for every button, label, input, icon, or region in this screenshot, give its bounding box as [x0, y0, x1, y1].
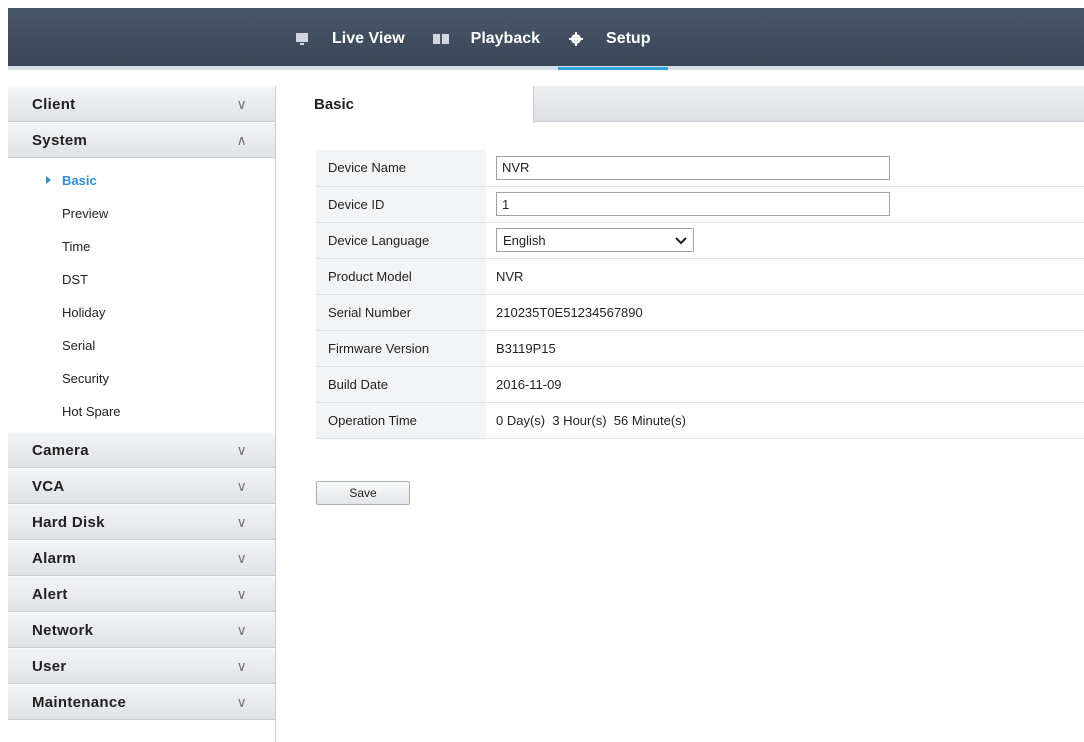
- chevron-down-icon: ∨: [236, 657, 247, 674]
- operation-time-value: 0 Day(s) 3 Hour(s) 56 Minute(s): [486, 402, 1084, 439]
- chevron-down-icon: [675, 233, 687, 248]
- build-date-value: 2016-11-09: [486, 366, 1084, 403]
- nav-live-view-label: Live View: [332, 30, 405, 47]
- chevron-down-icon: ∨: [236, 585, 247, 602]
- sidebar-section-label: Client: [32, 95, 76, 113]
- device-language-value: English: [503, 232, 546, 248]
- product-model-label: Product Model: [316, 258, 486, 295]
- chevron-up-icon: ∧: [236, 131, 247, 148]
- sidebar-item-serial[interactable]: Serial: [8, 329, 275, 362]
- basic-settings-form: Device Name Device ID Device Language En…: [316, 150, 1084, 439]
- sidebar-section-label: System: [32, 131, 88, 149]
- nav-setup[interactable]: Setup: [558, 8, 669, 70]
- table-row: Device ID: [316, 186, 1084, 223]
- sidebar-item-basic[interactable]: Basic: [8, 164, 275, 197]
- save-button[interactable]: Save: [316, 481, 410, 505]
- nav-setup-label: Setup: [606, 30, 651, 47]
- device-id-input[interactable]: [496, 192, 890, 216]
- sidebar-section-label: VCA: [32, 477, 65, 495]
- nav-playback-label: Playback: [470, 30, 541, 47]
- main-nav: Live View Playback Setup: [284, 8, 669, 70]
- sidebar-section-label: Network: [32, 621, 94, 639]
- sidebar-item-label: Holiday: [62, 305, 106, 320]
- sidebar-item-hot-spare[interactable]: Hot Spare: [8, 395, 275, 428]
- device-id-label: Device ID: [316, 186, 486, 223]
- sidebar-item-security[interactable]: Security: [8, 362, 275, 395]
- sidebar-section-label: Hard Disk: [32, 513, 105, 531]
- sidebar-section-label: Alert: [32, 585, 68, 603]
- sidebar-section-label: Alarm: [32, 549, 77, 567]
- monitor-icon: [294, 31, 310, 47]
- sidebar-item-label: Preview: [62, 206, 109, 221]
- table-row: Build Date 2016-11-09: [316, 366, 1084, 403]
- firmware-version-label: Firmware Version: [316, 330, 486, 367]
- sidebar-item-label: Security: [62, 371, 109, 386]
- nav-playback[interactable]: Playback: [423, 8, 558, 70]
- table-row: Device Name: [316, 150, 1084, 187]
- nav-live-view[interactable]: Live View: [284, 8, 423, 70]
- content-tab-bar: Basic: [290, 86, 1084, 123]
- chevron-down-icon: ∨: [236, 693, 247, 710]
- gear-icon: [568, 31, 584, 47]
- device-language-select[interactable]: English: [496, 228, 694, 252]
- sidebar-section-alert[interactable]: Alert ∨: [8, 576, 275, 612]
- settings-sidebar: Client ∨ System ∧ Basic Preview Time DST…: [8, 86, 276, 742]
- sidebar-section-vca[interactable]: VCA ∨: [8, 468, 275, 504]
- chevron-down-icon: ∨: [236, 621, 247, 638]
- sidebar-item-label: Time: [62, 239, 91, 254]
- sidebar-item-dst[interactable]: DST: [8, 263, 275, 296]
- table-row: Firmware Version B3119P15: [316, 330, 1084, 367]
- operation-time-label: Operation Time: [316, 402, 486, 439]
- sidebar-section-camera[interactable]: Camera ∨: [8, 432, 275, 468]
- sidebar-item-label: Basic: [62, 173, 97, 188]
- device-language-label: Device Language: [316, 222, 486, 259]
- system-submenu: Basic Preview Time DST Holiday Serial Se…: [8, 158, 275, 432]
- device-name-cell: [486, 150, 1084, 187]
- sidebar-section-label: Maintenance: [32, 693, 127, 711]
- device-language-cell: English: [486, 222, 1084, 259]
- sidebar-section-system[interactable]: System ∧: [8, 122, 275, 158]
- table-row: Device Language English: [316, 222, 1084, 259]
- sidebar-item-label: Serial: [62, 338, 96, 353]
- chevron-down-icon: ∨: [236, 441, 247, 458]
- film-icon: [432, 31, 449, 47]
- sidebar-section-hard-disk[interactable]: Hard Disk ∨: [8, 504, 275, 540]
- sidebar-item-holiday[interactable]: Holiday: [8, 296, 275, 329]
- sidebar-section-label: Camera: [32, 441, 89, 459]
- serial-number-value: 210235T0E51234567890: [486, 294, 1084, 331]
- sidebar-section-network[interactable]: Network ∨: [8, 612, 275, 648]
- serial-number-label: Serial Number: [316, 294, 486, 331]
- sidebar-section-client[interactable]: Client ∨: [8, 86, 275, 122]
- product-model-value: NVR: [486, 258, 1084, 295]
- device-id-cell: [486, 186, 1084, 223]
- device-name-input[interactable]: [496, 155, 890, 180]
- sidebar-item-label: DST: [62, 272, 88, 287]
- sidebar-section-maintenance[interactable]: Maintenance ∨: [8, 684, 275, 720]
- table-row: Operation Time 0 Day(s) 3 Hour(s) 56 Min…: [316, 402, 1084, 439]
- chevron-down-icon: ∨: [236, 513, 247, 530]
- table-row: Product Model NVR: [316, 258, 1084, 295]
- chevron-down-icon: ∨: [236, 477, 247, 494]
- table-row: Serial Number 210235T0E51234567890: [316, 294, 1084, 331]
- sidebar-section-alarm[interactable]: Alarm ∨: [8, 540, 275, 576]
- sidebar-section-label: User: [32, 657, 67, 675]
- caret-right-icon: [46, 176, 51, 184]
- tab-basic[interactable]: Basic: [290, 86, 534, 123]
- chevron-down-icon: ∨: [236, 95, 247, 112]
- build-date-label: Build Date: [316, 366, 486, 403]
- top-nav-bar: Live View Playback Setup: [8, 8, 1084, 70]
- firmware-version-value: B3119P15: [486, 330, 1084, 367]
- sidebar-section-user[interactable]: User ∨: [8, 648, 275, 684]
- sidebar-item-preview[interactable]: Preview: [8, 197, 275, 230]
- device-name-label: Device Name: [316, 150, 486, 187]
- sidebar-item-label: Hot Spare: [62, 404, 121, 419]
- sidebar-item-time[interactable]: Time: [8, 230, 275, 263]
- chevron-down-icon: ∨: [236, 549, 247, 566]
